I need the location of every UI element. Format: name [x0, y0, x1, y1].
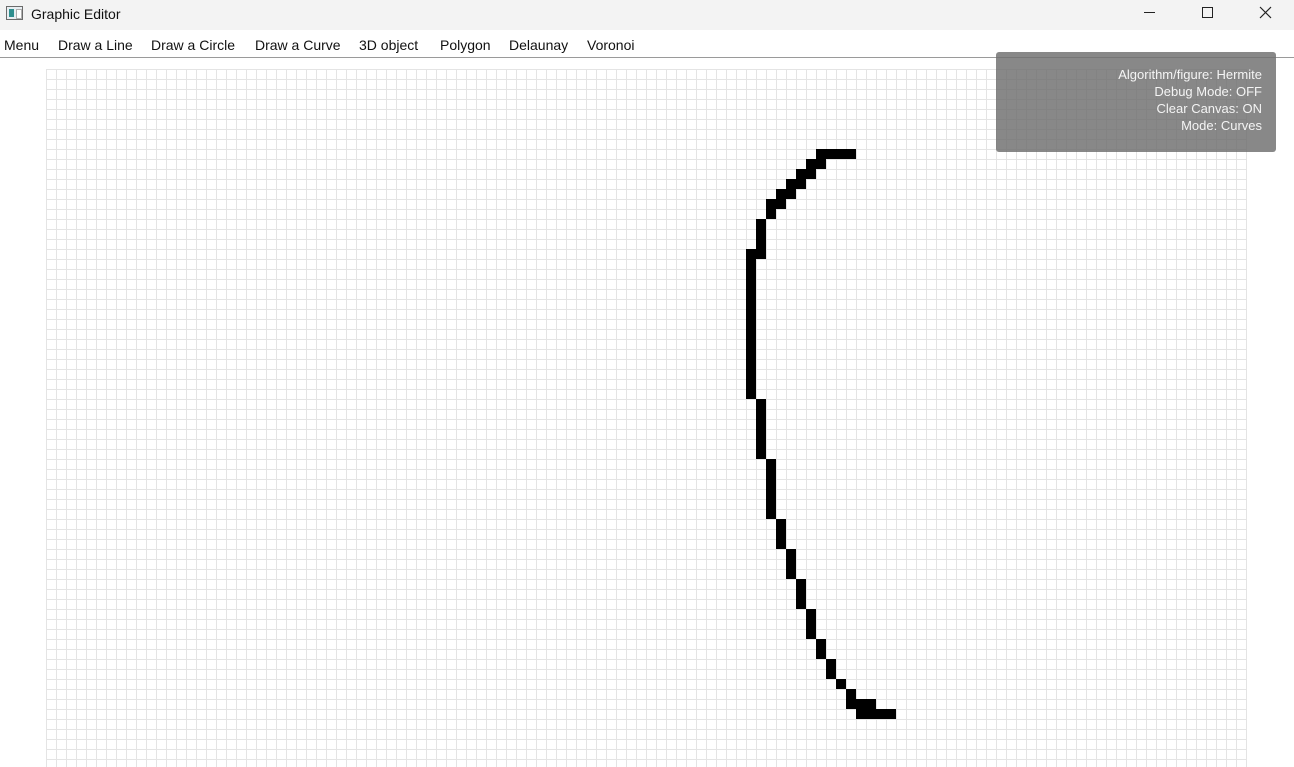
curve-pixel: [786, 189, 796, 199]
curve-pixel: [766, 499, 776, 509]
curve-pixel: [766, 509, 776, 519]
curve-pixel: [886, 709, 896, 719]
close-icon: [1259, 6, 1271, 19]
menu-item-voronoi[interactable]: Voronoi: [587, 37, 634, 53]
curve-pixel: [836, 679, 846, 689]
minimize-icon: [1143, 11, 1155, 13]
curve-pixel: [806, 609, 816, 619]
curve-pixel: [826, 659, 836, 669]
curve-pixel: [816, 639, 826, 649]
curve-pixel: [766, 459, 776, 469]
drawing-canvas[interactable]: [0, 59, 1294, 767]
curve-pixel: [786, 569, 796, 579]
close-button[interactable]: [1236, 0, 1294, 30]
curve-pixel: [776, 519, 786, 529]
curve-pixel: [786, 179, 796, 189]
curve-pixel: [776, 529, 786, 539]
curve-pixel: [806, 159, 816, 169]
curve-pixel: [746, 389, 756, 399]
curve-pixel: [746, 269, 756, 279]
curve-pixel: [796, 579, 806, 589]
curve-pixel: [746, 319, 756, 329]
curve-pixel: [786, 549, 796, 559]
curve-pixel: [816, 649, 826, 659]
curve-pixel: [796, 169, 806, 179]
curve-pixel: [826, 669, 836, 679]
curve-pixel: [746, 329, 756, 339]
curve-pixel: [806, 629, 816, 639]
curve-pixel: [766, 479, 776, 489]
curve-pixel: [806, 619, 816, 629]
curve-pixel: [846, 689, 856, 699]
curve-pixel: [746, 339, 756, 349]
app-window-icon: [6, 6, 23, 20]
curve-pixel: [796, 599, 806, 609]
curve-pixel: [756, 229, 766, 239]
curve-pixel: [746, 369, 756, 379]
menu-item-3d-object[interactable]: 3D object: [359, 37, 418, 53]
curve-pixel: [746, 289, 756, 299]
curve-pixel: [876, 709, 886, 719]
maximize-button[interactable]: [1178, 0, 1236, 30]
curve-pixel: [796, 179, 806, 189]
curve-pixel: [796, 589, 806, 599]
algorithm-status: Algorithm/figure: Hermite: [1118, 67, 1262, 82]
curve-pixel: [786, 559, 796, 569]
curve-pixel: [756, 409, 766, 419]
curve-pixel: [756, 249, 766, 259]
curve-pixel: [746, 359, 756, 369]
curve-pixel: [836, 149, 846, 159]
curve-pixel: [766, 209, 776, 219]
clear-canvas-status: Clear Canvas: ON: [1156, 101, 1262, 116]
curve-pixel: [746, 279, 756, 289]
curve-pixel: [756, 429, 766, 439]
curve-pixel: [766, 489, 776, 499]
curve-pixel: [776, 189, 786, 199]
curve-pixel: [756, 399, 766, 409]
menu-item-menu[interactable]: Menu: [4, 37, 39, 53]
curve-pixel: [856, 699, 866, 709]
curve-pixel: [856, 709, 866, 719]
pixel-grid[interactable]: [46, 69, 1247, 767]
curve-pixel: [746, 349, 756, 359]
mode-status: Mode: Curves: [1181, 118, 1262, 133]
menu-item-draw-line[interactable]: Draw a Line: [58, 37, 133, 53]
curve-pixel: [756, 419, 766, 429]
curve-pixel: [756, 239, 766, 249]
curve-pixel: [746, 259, 756, 269]
curve-pixel: [756, 449, 766, 459]
curve-pixel: [776, 539, 786, 549]
menu-item-polygon[interactable]: Polygon: [440, 37, 491, 53]
maximize-icon: [1201, 7, 1213, 18]
curve-pixel: [776, 199, 786, 209]
curve-pixel: [816, 159, 826, 169]
curve-pixel: [746, 299, 756, 309]
window-title: Graphic Editor: [31, 6, 121, 22]
curve-pixel: [746, 309, 756, 319]
title-bar: Graphic Editor: [0, 0, 1294, 30]
status-overlay: Algorithm/figure: Hermite Debug Mode: OF…: [996, 52, 1276, 152]
menu-item-delaunay[interactable]: Delaunay: [509, 37, 568, 53]
debug-status: Debug Mode: OFF: [1154, 84, 1262, 99]
curve-pixel: [866, 709, 876, 719]
curve-pixel: [826, 149, 836, 159]
curve-pixel: [816, 149, 826, 159]
menu-item-draw-curve[interactable]: Draw a Curve: [255, 37, 341, 53]
curve-pixel: [756, 219, 766, 229]
curve-pixel: [866, 699, 876, 709]
curve-pixel: [766, 469, 776, 479]
minimize-button[interactable]: [1120, 0, 1178, 30]
menu-item-draw-circle[interactable]: Draw a Circle: [151, 37, 235, 53]
curve-pixel: [746, 379, 756, 389]
curve-pixel: [746, 249, 756, 259]
curve-pixel: [756, 439, 766, 449]
curve-pixel: [806, 169, 816, 179]
curve-pixel: [766, 199, 776, 209]
curve-pixel: [846, 149, 856, 159]
curve-pixel: [846, 699, 856, 709]
